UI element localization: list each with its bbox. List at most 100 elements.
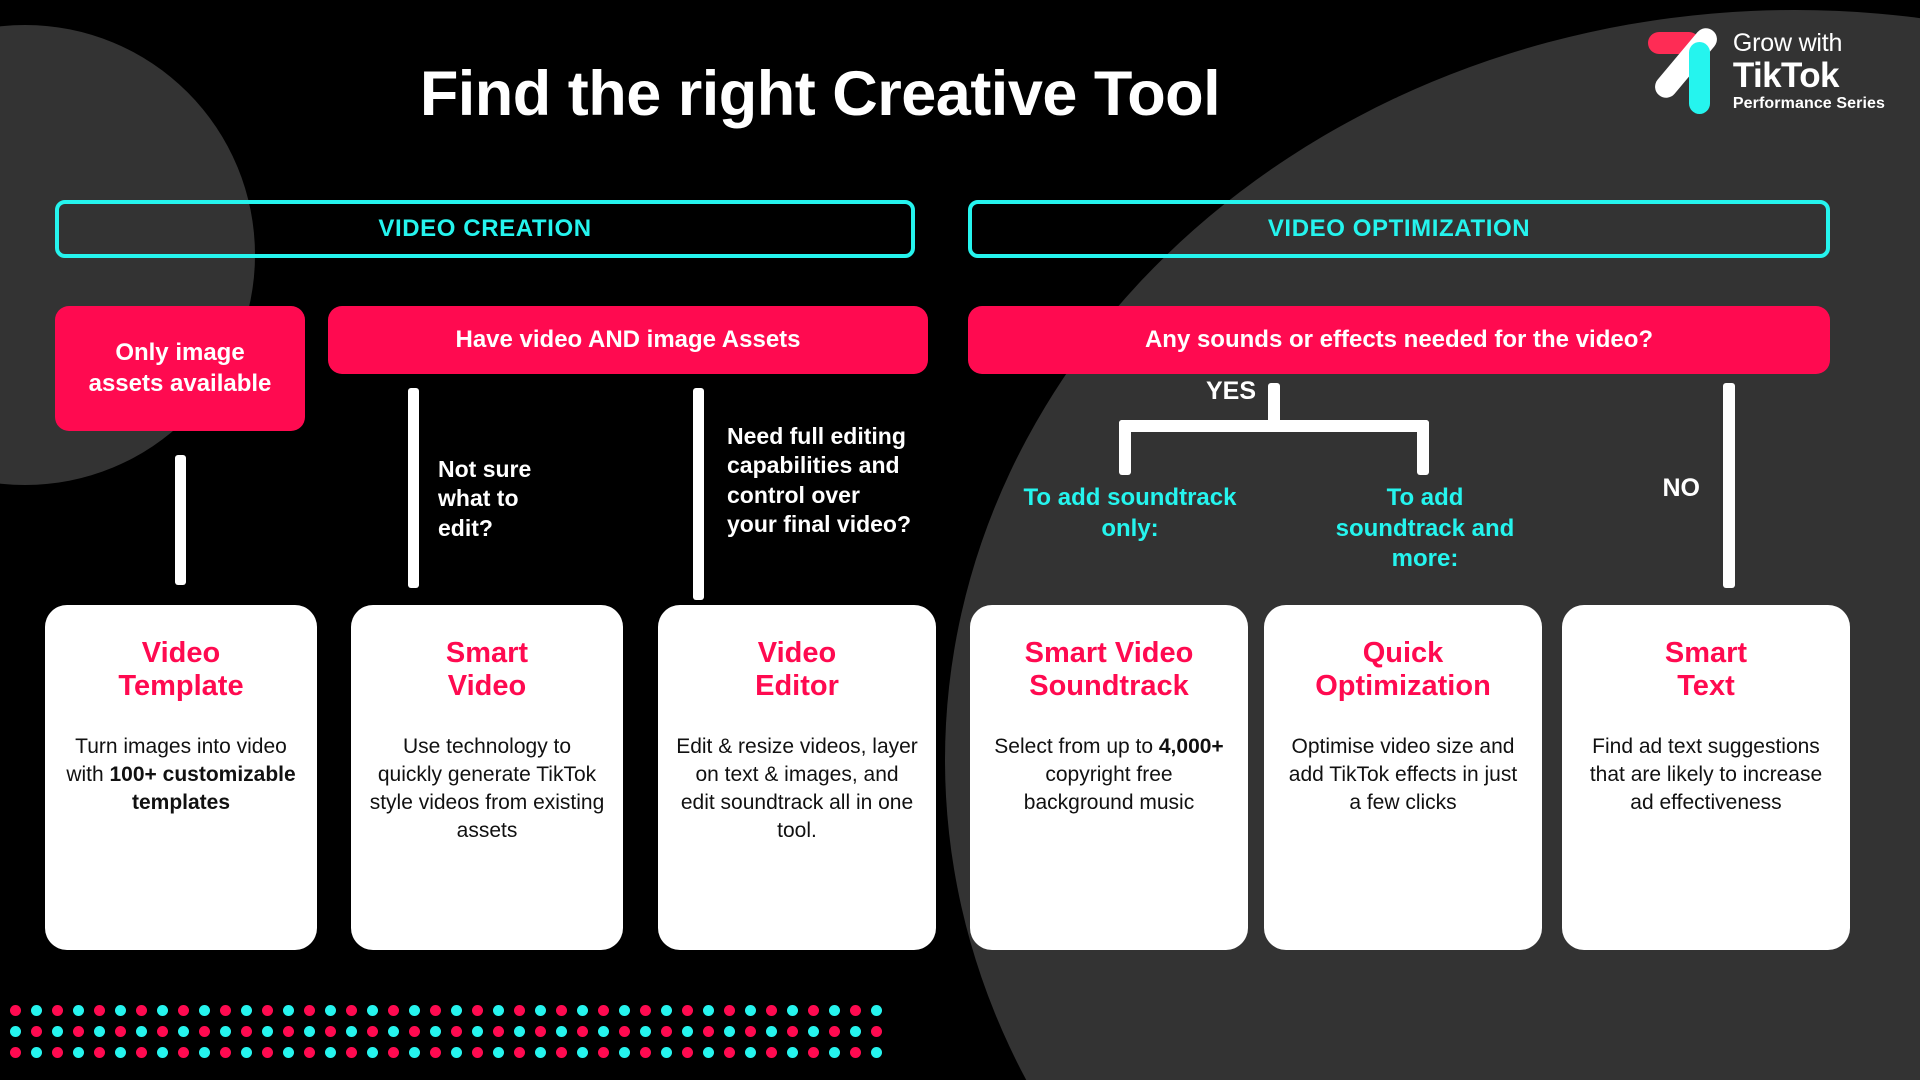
dot-grid-dot: [199, 1005, 210, 1016]
dot-grid-dot: [157, 1026, 168, 1037]
connector-only-image-to-video-template: [175, 455, 186, 585]
dot-grid-dot: [640, 1005, 651, 1016]
dot-grid-dot: [745, 1047, 756, 1058]
dot-grid-dot: [451, 1026, 462, 1037]
dot-grid-dot: [556, 1026, 567, 1037]
dot-grid-dot: [367, 1005, 378, 1016]
result-card-description: Edit & resize videos, layer on text & im…: [676, 735, 918, 842]
dot-grid-dot: [346, 1026, 357, 1037]
infographic-stage: Find the right Creative Tool Grow with T…: [0, 0, 1920, 1080]
dot-grid-dot: [871, 1047, 882, 1058]
dot-grid-dot: [661, 1005, 672, 1016]
result-card-description: Optimise video size and add TikTok effec…: [1288, 735, 1518, 814]
dot-grid-dot: [493, 1047, 504, 1058]
dot-grid-dot: [136, 1026, 147, 1037]
dot-grid-dot: [619, 1026, 630, 1037]
section-header-video-optimization-label: VIDEO OPTIMIZATION: [1267, 215, 1531, 242]
dot-grid-dot: [52, 1005, 63, 1016]
grow-with-tiktok-arrow-icon: [1647, 23, 1722, 116]
dot-grid-dot: [388, 1026, 399, 1037]
dot-grid-dot: [409, 1005, 420, 1016]
branch-label-to-add-soundtrack-only: To add soundtrack only:: [1023, 484, 1237, 542]
dot-grid-dot: [94, 1026, 105, 1037]
dot-grid-dot: [31, 1047, 42, 1058]
dot-grid-dot: [367, 1047, 378, 1058]
dot-grid-dot: [346, 1005, 357, 1016]
result-card-quick-optimization[interactable]: Quick Optimization Optimise video size a…: [1264, 605, 1542, 950]
dot-grid-dot: [31, 1005, 42, 1016]
result-card-title: Video Editor: [755, 637, 839, 703]
section-header-video-creation-label: VIDEO CREATION: [378, 215, 592, 242]
page-title: Find the right Creative Tool: [419, 59, 1221, 129]
dot-grid-dot: [136, 1047, 147, 1058]
result-card-description: Find ad text suggestions that are likely…: [1589, 735, 1823, 814]
dot-grid-dot: [766, 1005, 777, 1016]
result-card-description: Turn images into video with 100+ customi…: [66, 735, 296, 814]
dot-grid-dot: [157, 1005, 168, 1016]
result-card-smart-video-soundtrack[interactable]: Smart Video Soundtrack Select from up to…: [970, 605, 1248, 950]
dot-grid-dot: [472, 1047, 483, 1058]
dot-grid-dot: [829, 1005, 840, 1016]
result-card-video-editor[interactable]: Video Editor Edit & resize videos, layer…: [658, 605, 936, 950]
dot-grid-dot: [115, 1047, 126, 1058]
connector-yes-right-drop: [1417, 420, 1429, 475]
result-card-description: Use technology to quickly generate TikTo…: [369, 735, 605, 842]
dot-grid-dot: [514, 1005, 525, 1016]
dot-grid-dot: [241, 1047, 252, 1058]
dot-grid-dot: [325, 1047, 336, 1058]
dot-grid-dot: [514, 1047, 525, 1058]
result-card-description: Select from up to 4,000+ copyright free …: [994, 735, 1224, 814]
dot-grid-dot: [304, 1026, 315, 1037]
brand-logo: Grow with TikTok Performance Series: [1647, 23, 1885, 116]
result-card-video-template[interactable]: Video Template Turn images into video wi…: [45, 605, 317, 950]
dot-grid-dot: [682, 1047, 693, 1058]
dot-grid-dot: [409, 1047, 420, 1058]
dot-grid-dot: [640, 1026, 651, 1037]
connector-have-video-right-leg: [693, 388, 704, 600]
dot-grid-dot: [808, 1005, 819, 1016]
dot-grid-dot: [787, 1026, 798, 1037]
dot-grid-dot: [808, 1047, 819, 1058]
branch-label-no: NO: [1662, 474, 1701, 502]
dot-grid-dot: [598, 1026, 609, 1037]
dot-grid-dot: [304, 1005, 315, 1016]
dot-grid-dot: [871, 1005, 882, 1016]
dot-grid-dot: [115, 1005, 126, 1016]
dot-grid-dot: [535, 1005, 546, 1016]
result-card-title: Smart Text: [1664, 637, 1748, 703]
dot-grid-dot: [535, 1026, 546, 1037]
dot-grid-dot: [451, 1047, 462, 1058]
dot-grid-dot: [136, 1005, 147, 1016]
dot-grid-dot: [661, 1047, 672, 1058]
dot-grid-dot: [262, 1026, 273, 1037]
result-card-title: Smart Video Soundtrack: [1024, 637, 1194, 703]
logo-line-performance-series: Performance Series: [1732, 94, 1885, 112]
dot-grid-dot: [724, 1047, 735, 1058]
dot-grid-dot: [472, 1026, 483, 1037]
result-card-smart-text[interactable]: Smart Text Find ad text suggestions that…: [1562, 605, 1850, 950]
dot-grid-dot: [682, 1026, 693, 1037]
dot-grid-dot: [178, 1047, 189, 1058]
section-header-video-optimization: VIDEO OPTIMIZATION: [968, 200, 1830, 258]
dot-grid-dot: [808, 1026, 819, 1037]
decorative-dot-grid: [10, 1005, 882, 1058]
logo-line-tiktok: TikTok: [1732, 55, 1840, 95]
connector-yes-horizontal-bar: [1119, 420, 1429, 432]
dot-grid-dot: [94, 1005, 105, 1016]
dot-grid-dot: [220, 1026, 231, 1037]
dot-grid-row: [10, 1026, 882, 1037]
branch-label-to-add-soundtrack-and-more: To add soundtrack and more:: [1335, 484, 1515, 573]
dot-grid-dot: [178, 1026, 189, 1037]
dot-grid-dot: [577, 1005, 588, 1016]
logo-line-grow-with: Grow with: [1732, 28, 1843, 57]
dot-grid-dot: [73, 1047, 84, 1058]
dot-grid-dot: [199, 1047, 210, 1058]
result-card-smart-video[interactable]: Smart Video Use technology to quickly ge…: [351, 605, 623, 950]
dot-grid-dot: [31, 1026, 42, 1037]
dot-grid-dot: [241, 1026, 252, 1037]
dot-grid-dot: [745, 1026, 756, 1037]
dot-grid-dot: [535, 1047, 546, 1058]
dot-grid-dot: [52, 1047, 63, 1058]
dot-grid-dot: [451, 1005, 462, 1016]
connector-no-stem: [1723, 383, 1735, 588]
